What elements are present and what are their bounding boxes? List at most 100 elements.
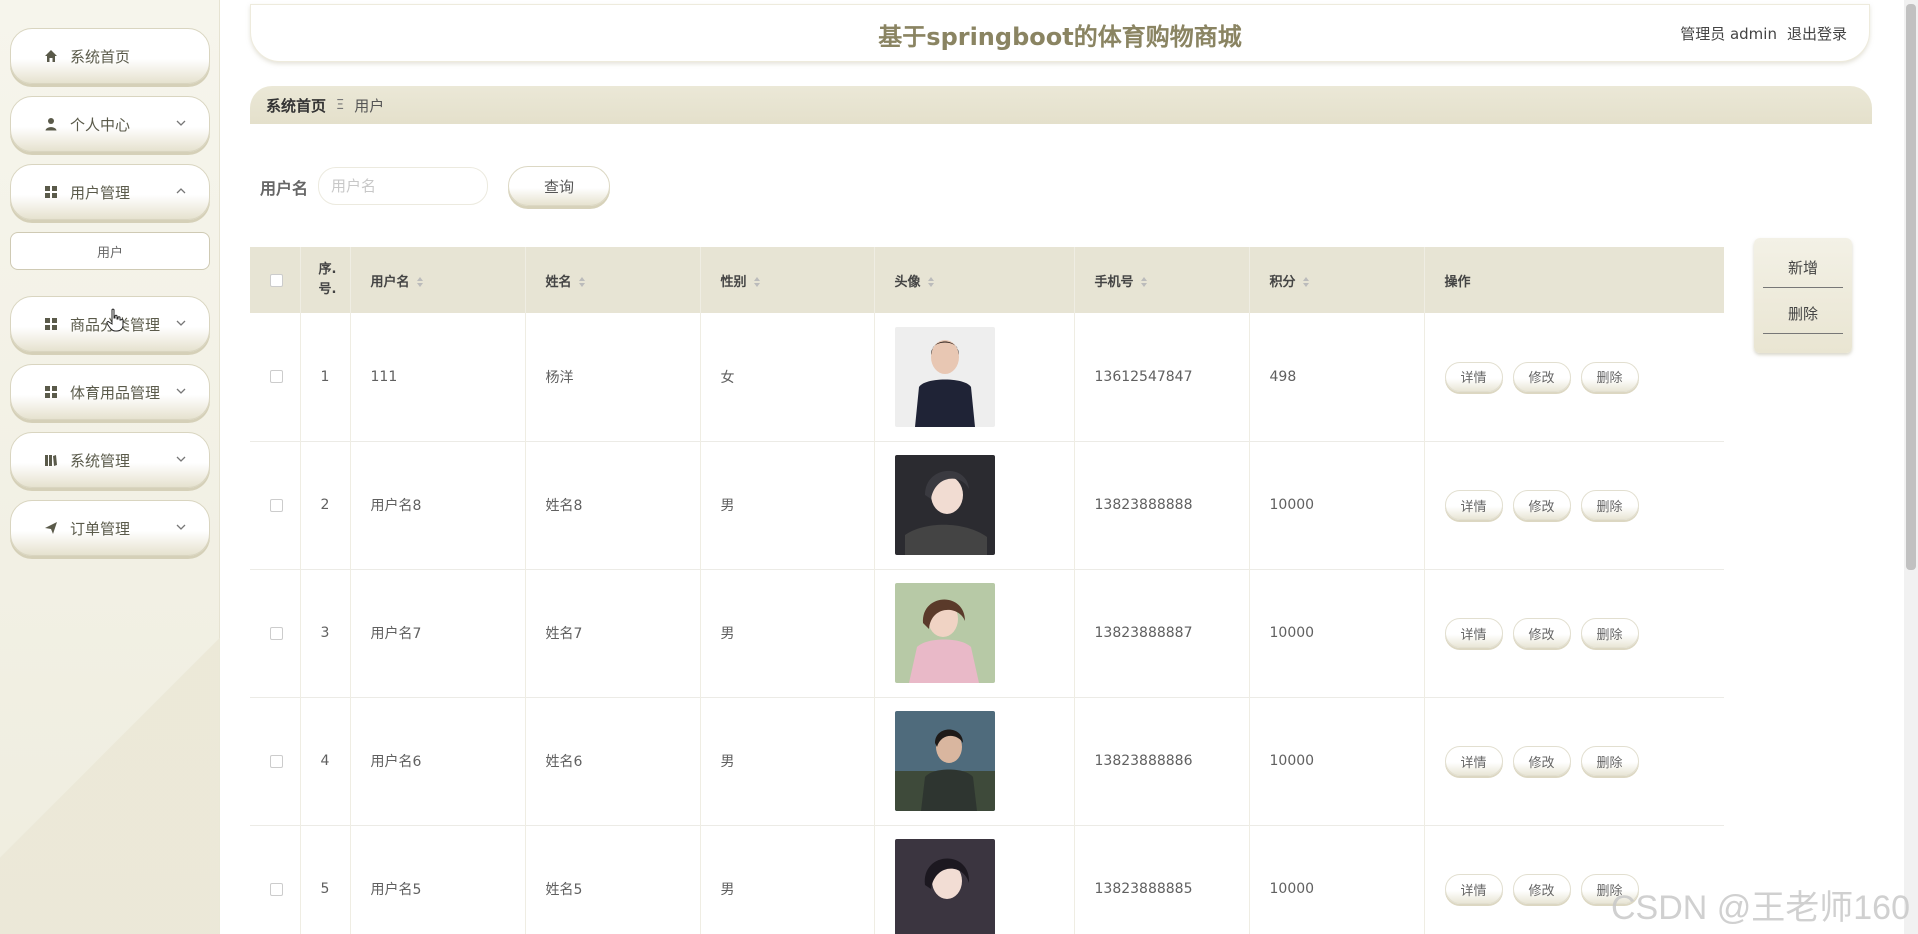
- cell-avatar: [874, 441, 1075, 569]
- cell-username: 111: [350, 313, 526, 441]
- sort-icon[interactable]: [1140, 276, 1148, 288]
- edit-button[interactable]: 修改: [1512, 361, 1571, 392]
- chevron-down-icon: [175, 115, 187, 127]
- sidebar-subitem-users[interactable]: 用户: [10, 232, 210, 270]
- cell-name: 杨洋: [525, 313, 701, 441]
- table-row: 4 用户名6 姓名6 男 13823888886 10000 详情 修改 删除: [250, 697, 1724, 825]
- detail-button[interactable]: 详情: [1444, 361, 1503, 392]
- sort-icon[interactable]: [416, 276, 424, 288]
- cell-username: 用户名8: [350, 441, 526, 569]
- avatar-image: [894, 583, 995, 683]
- row-select-cell[interactable]: [250, 441, 301, 569]
- row-checkbox[interactable]: [270, 370, 283, 384]
- cell-gender: 男: [700, 441, 875, 569]
- detail-button[interactable]: 详情: [1444, 874, 1503, 904]
- col-header-username[interactable]: 用户名: [350, 247, 526, 313]
- row-select-cell[interactable]: [250, 697, 301, 825]
- col-header-avatar[interactable]: 头像: [874, 247, 1075, 313]
- cell-name: 姓名7: [525, 569, 701, 697]
- cell-gender: 男: [700, 825, 875, 934]
- delete-button[interactable]: 删除: [1580, 490, 1639, 520]
- scrollbar-thumb[interactable]: [1906, 4, 1916, 570]
- site-title: 基于springboot的体育购物商城: [878, 23, 1242, 51]
- row-checkbox[interactable]: [270, 626, 283, 640]
- chevron-down-icon: [175, 315, 187, 327]
- cell-points: 10000: [1249, 569, 1425, 697]
- col-header-label: 性别: [720, 274, 747, 290]
- chevron-up-icon: [175, 183, 187, 195]
- edit-button[interactable]: 修改: [1512, 618, 1571, 648]
- page-scrollbar[interactable]: [1904, 0, 1918, 934]
- sort-icon[interactable]: [1302, 276, 1310, 288]
- col-header-name[interactable]: 姓名: [525, 247, 701, 313]
- sidebar-item-sports-goods-mgmt[interactable]: 体育用品管理: [10, 364, 210, 420]
- sidebar-item-label: 个人中心: [70, 115, 131, 134]
- sidebar: 系统首页 个人中心 用户管理 用户 商品分类管理 体育用品管理 系统管理: [0, 0, 220, 934]
- cell-points: 10000: [1249, 441, 1425, 569]
- sidebar-item-home[interactable]: 系统首页: [10, 28, 210, 84]
- cell-avatar: [874, 569, 1075, 697]
- delete-button[interactable]: 删除: [1580, 746, 1639, 776]
- delete-button[interactable]: 删除: [1580, 618, 1639, 648]
- cell-phone: 13823888885: [1074, 825, 1250, 934]
- sidebar-item-user-mgmt[interactable]: 用户管理: [10, 164, 210, 220]
- cell-phone: 13823888888: [1074, 441, 1250, 569]
- row-select-cell[interactable]: [250, 313, 301, 441]
- avatar-image: [894, 711, 995, 811]
- search-button[interactable]: 查询: [508, 166, 610, 206]
- col-header-label: 手机号: [1094, 274, 1134, 290]
- col-header-label: 用户名: [370, 274, 410, 290]
- row-select-cell[interactable]: [250, 825, 301, 934]
- cell-actions: 详情 修改 删除: [1424, 441, 1724, 569]
- breadcrumb-current: 用户: [354, 96, 385, 115]
- detail-button[interactable]: 详情: [1444, 746, 1503, 776]
- sort-icon[interactable]: [578, 276, 586, 288]
- edit-button[interactable]: 修改: [1512, 746, 1571, 776]
- breadcrumb-home[interactable]: 系统首页: [266, 95, 326, 116]
- edit-button[interactable]: 修改: [1512, 490, 1571, 520]
- cell-name: 姓名5: [525, 825, 701, 934]
- chevron-down-icon: [175, 519, 187, 531]
- cell-points: 498: [1249, 313, 1425, 441]
- col-header-label: 积分: [1269, 274, 1296, 290]
- breadcrumb: 系统首页 Ξ 用户: [250, 86, 1872, 124]
- user-table: 序.号. 用户名 姓名 性别 头像 手机号 积分 操作 1 111 杨洋 女 1…: [250, 247, 1724, 934]
- cell-avatar: [874, 313, 1075, 441]
- cell-actions: 详情 修改 删除: [1424, 569, 1724, 697]
- sort-icon[interactable]: [753, 276, 761, 288]
- table-row: 1 111 杨洋 女 13612547847 498 详情 修改 删除: [250, 313, 1724, 441]
- row-select-cell[interactable]: [250, 569, 301, 697]
- col-header-phone[interactable]: 手机号: [1074, 247, 1250, 313]
- cell-index: 5: [300, 825, 351, 934]
- row-checkbox[interactable]: [270, 882, 283, 896]
- cell-points: 10000: [1249, 825, 1425, 934]
- book-icon: [44, 453, 58, 467]
- grid-icon: [44, 317, 58, 331]
- batch-delete-button[interactable]: 删除: [1763, 294, 1843, 334]
- select-all-checkbox[interactable]: [270, 273, 283, 287]
- cell-phone: 13823888887: [1074, 569, 1250, 697]
- delete-button[interactable]: 删除: [1580, 361, 1639, 392]
- sidebar-item-label: 订单管理: [70, 519, 131, 538]
- detail-button[interactable]: 详情: [1444, 490, 1503, 520]
- sort-icon[interactable]: [927, 276, 935, 288]
- row-checkbox[interactable]: [270, 498, 283, 512]
- top-header: 基于springboot的体育购物商城 管理员 admin 退出登录: [250, 4, 1870, 62]
- logout-link[interactable]: 退出登录: [1787, 23, 1847, 44]
- sidebar-item-profile[interactable]: 个人中心: [10, 96, 210, 152]
- edit-button[interactable]: 修改: [1512, 874, 1571, 904]
- sidebar-item-order-mgmt[interactable]: 订单管理: [10, 500, 210, 556]
- table-row: 2 用户名8 姓名8 男 13823888888 10000 详情 修改 删除: [250, 441, 1724, 569]
- sidebar-item-system-mgmt[interactable]: 系统管理: [10, 432, 210, 488]
- detail-button[interactable]: 详情: [1444, 618, 1503, 648]
- select-all-header[interactable]: [250, 247, 301, 313]
- cell-username: 用户名7: [350, 569, 526, 697]
- table-row: 5 用户名5 姓名5 男 13823888885 10000 详情 修改 删除: [250, 825, 1724, 934]
- row-checkbox[interactable]: [270, 754, 283, 768]
- username-search-input[interactable]: [318, 167, 488, 205]
- add-button[interactable]: 新增: [1763, 248, 1843, 288]
- col-header-points[interactable]: 积分: [1249, 247, 1425, 313]
- col-header-gender[interactable]: 性别: [700, 247, 875, 313]
- sidebar-item-label: 用户管理: [70, 183, 131, 202]
- cell-index: 4: [300, 697, 351, 825]
